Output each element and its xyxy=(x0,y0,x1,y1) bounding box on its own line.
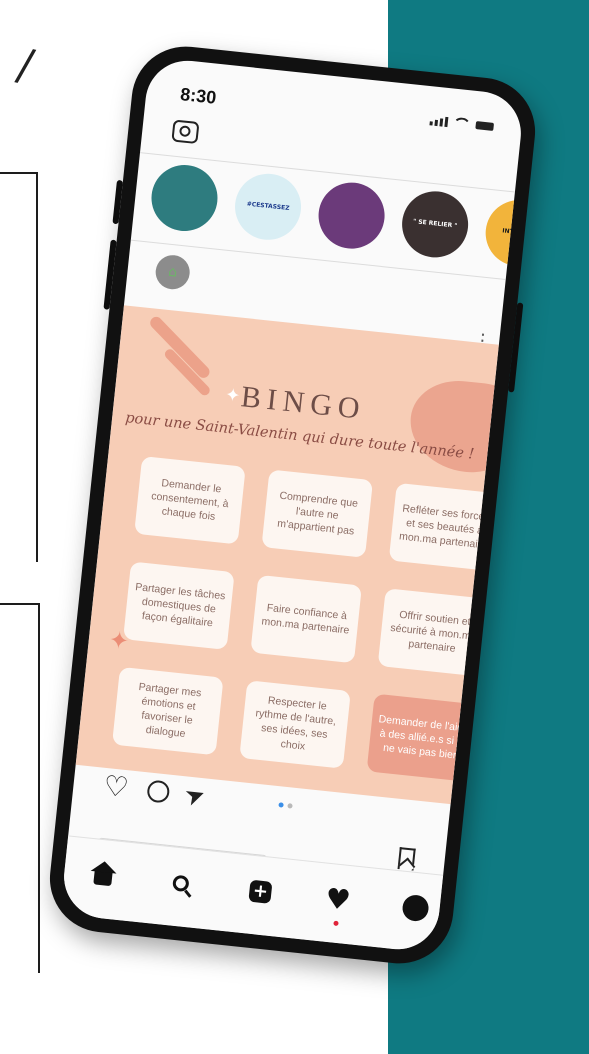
story-1-text xyxy=(179,197,191,198)
notification-dot xyxy=(333,920,339,927)
status-icons xyxy=(429,114,495,133)
post-author-avatar[interactable]: ⌂ xyxy=(153,253,192,291)
wifi-icon xyxy=(452,116,472,131)
frame-line xyxy=(36,172,38,562)
frame-line xyxy=(0,603,40,605)
doodle-slash: / xyxy=(12,39,38,92)
carousel-dot xyxy=(287,803,293,809)
profile-icon[interactable] xyxy=(401,893,430,923)
bingo-cell: Partager les tâches domestiques de façon… xyxy=(123,561,235,650)
bingo-cell: Faire confiance à mon.ma partenaire xyxy=(250,574,362,664)
post-image: ✦ ✦ BINGO pour une Saint-Valentin qui du… xyxy=(75,305,499,805)
status-time: 8:30 xyxy=(179,84,218,108)
bingo-cell: Demander le consentement, à chaque fois xyxy=(134,456,246,545)
camera-icon[interactable] xyxy=(171,119,200,145)
story-4-text: " SE RELIER " xyxy=(412,217,458,230)
activity-heart-icon[interactable]: ♥ xyxy=(324,882,353,917)
search-icon[interactable] xyxy=(167,869,196,898)
bingo-cell: Comprendre que l'autre ne m'appartient p… xyxy=(261,469,374,558)
bookmark-icon[interactable] xyxy=(397,847,416,871)
like-heart-icon[interactable]: ♡ xyxy=(102,769,130,804)
battery-icon xyxy=(475,121,495,131)
story-3[interactable] xyxy=(315,179,388,252)
add-post-glyph: + xyxy=(248,879,273,904)
frame-line xyxy=(38,603,40,973)
avatar-icon: ⌂ xyxy=(167,263,178,281)
status-bar: 8:30 xyxy=(179,84,495,139)
story-3-text xyxy=(346,215,358,216)
comment-icon[interactable] xyxy=(146,779,171,804)
send-icon[interactable]: ➤ xyxy=(181,779,209,812)
story-2-text: #CESTASSEZ xyxy=(246,200,290,212)
frame-line xyxy=(0,172,38,174)
story-4[interactable]: " SE RELIER " xyxy=(398,188,472,261)
carousel-dot-active xyxy=(278,802,284,808)
home-icon[interactable] xyxy=(89,861,118,890)
add-post-icon[interactable]: + xyxy=(246,877,275,906)
bingo-cell: Partager mes émotions et favoriser le di… xyxy=(111,666,224,756)
carousel-indicator xyxy=(278,802,293,809)
stories-row: #CESTASSEZ " SE RELIER " INTERSEC xyxy=(148,161,526,270)
signal-icon xyxy=(429,115,449,128)
story-1[interactable] xyxy=(148,161,221,235)
bingo-cell: Respecter le rythme de l'autre, ses idée… xyxy=(239,680,351,769)
story-2[interactable]: #CESTASSEZ xyxy=(231,170,305,244)
bingo-grid: Demander le consentement, à chaque fois … xyxy=(111,456,499,783)
